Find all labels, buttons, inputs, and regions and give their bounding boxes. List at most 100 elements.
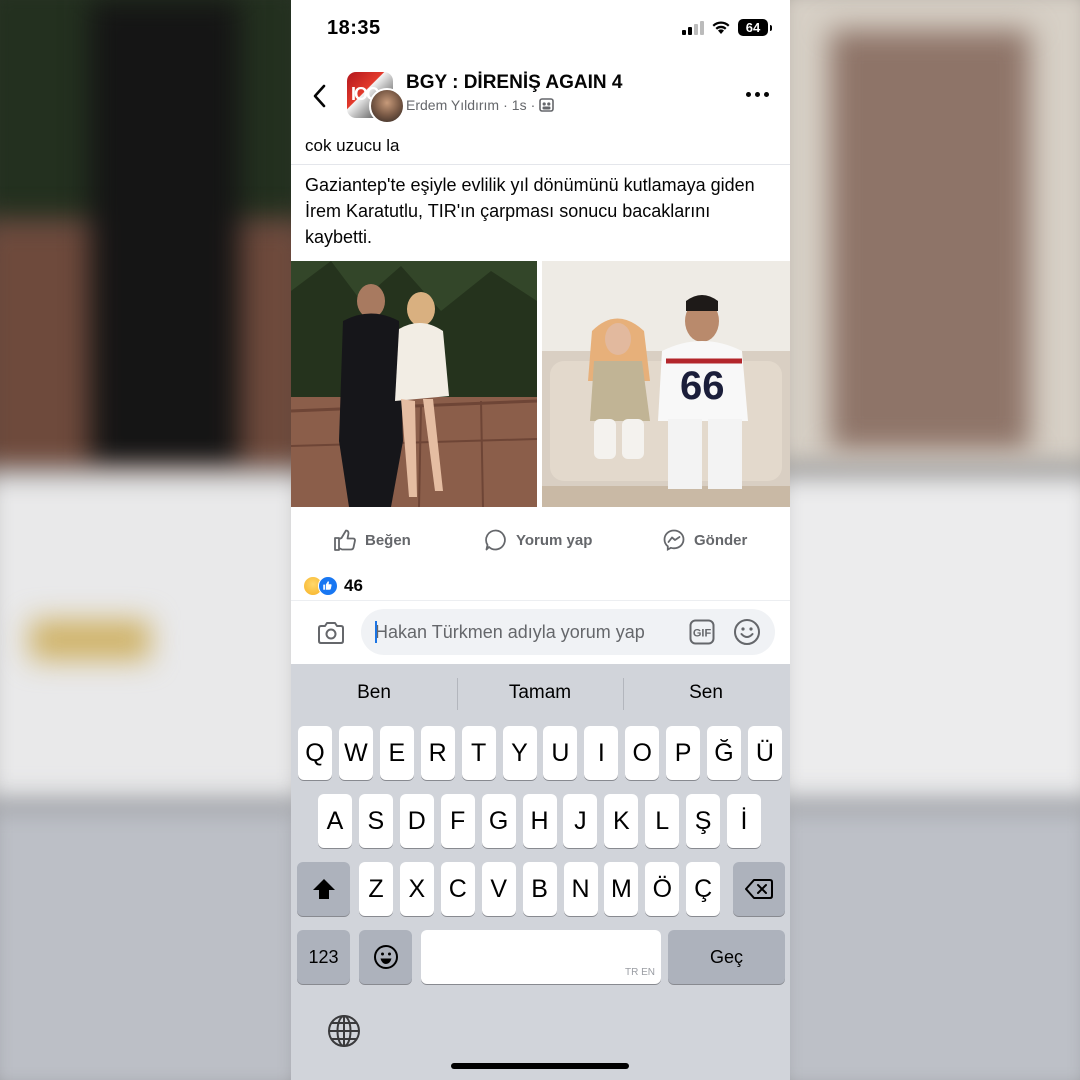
letter-key[interactable]: E: [379, 726, 414, 780]
comment-input[interactable]: Hakan Türkmen adıyla yorum yap GIF: [361, 609, 775, 655]
backspace-key[interactable]: [733, 862, 785, 916]
post-time[interactable]: 1s: [512, 97, 527, 113]
post-meta: Erdem Yıldırım · 1s ·: [406, 97, 555, 113]
letter-key[interactable]: M: [604, 862, 639, 916]
keyboard: Ben Tamam Sen QWERTYUIOPĞÜ ASDFGHJKLŞİ ZXC…: [291, 664, 790, 1080]
photo-couple-night[interactable]: [291, 261, 537, 507]
like-button[interactable]: Beğen: [333, 528, 411, 552]
letter-key[interactable]: N: [563, 862, 598, 916]
signal-icon: [682, 20, 704, 35]
letter-key[interactable]: W: [338, 726, 373, 780]
letter-key[interactable]: Z: [359, 862, 393, 916]
emoji-keyboard-icon: [373, 945, 398, 969]
letter-key[interactable]: B: [522, 862, 557, 916]
like-label: Beğen: [365, 531, 411, 549]
letter-key[interactable]: F: [440, 794, 475, 848]
letter-key[interactable]: T: [461, 726, 496, 780]
suggestion-item[interactable]: Sen: [623, 682, 789, 704]
backdrop-left: [0, 0, 291, 1080]
reaction-summary[interactable]: 46: [303, 576, 363, 596]
shift-arrow-icon: [312, 879, 335, 899]
post-caption: cok uzucu la: [305, 136, 400, 155]
letter-key[interactable]: H: [522, 794, 557, 848]
photo-couple-couch[interactable]: 66: [542, 261, 790, 507]
comment-button[interactable]: Yorum yap: [484, 528, 592, 552]
messenger-icon: [663, 529, 685, 552]
letter-key[interactable]: A: [318, 794, 352, 848]
thumbs-up-icon: [334, 529, 356, 551]
comment-bubble-icon: [485, 529, 506, 551]
group-name[interactable]: BGY : DİRENİŞ AGAIN 4: [406, 72, 622, 94]
post-header: IOC BGY : DİRENİŞ AGAIN 4 Erdem Yıldırım…: [291, 66, 790, 126]
suggestion-item[interactable]: Ben: [291, 682, 457, 704]
status-icons: 64: [682, 19, 772, 36]
meta-separator: ·: [530, 97, 536, 113]
svg-text:66: 66: [680, 364, 725, 408]
post-photos: 66: [291, 261, 790, 507]
divider: [291, 164, 790, 165]
status-time: 18:35: [327, 17, 381, 39]
letter-key[interactable]: Ü: [747, 726, 782, 780]
letter-key[interactable]: I: [584, 726, 619, 780]
return-key[interactable]: Geç: [668, 930, 785, 984]
letter-key[interactable]: Ğ: [707, 726, 741, 780]
backspace-icon: [745, 879, 773, 899]
shared-post-text: Gaziantep'te eşiyle evlilik yıl dönümünü…: [305, 175, 755, 247]
backdrop-right: [790, 0, 1080, 1080]
letter-key[interactable]: C: [440, 862, 475, 916]
numbers-key[interactable]: 123: [297, 930, 350, 984]
letter-key[interactable]: Q: [298, 726, 332, 780]
letter-key[interactable]: J: [563, 794, 598, 848]
letter-key[interactable]: P: [666, 726, 701, 780]
send-button[interactable]: Gönder: [662, 528, 747, 552]
letter-key[interactable]: G: [481, 794, 516, 848]
post-actions: Beğen Yorum yap Gönder: [291, 520, 790, 564]
wifi-icon: [712, 21, 730, 34]
author-avatar[interactable]: [369, 88, 405, 124]
comment-placeholder: Hakan Türkmen adıyla yorum yap: [375, 622, 645, 642]
like-reaction-icon: [318, 576, 338, 596]
status-bar: 18:35 64: [291, 0, 790, 58]
more-options-icon[interactable]: [746, 84, 774, 104]
letter-key[interactable]: X: [399, 862, 434, 916]
author-name[interactable]: Erdem Yıldırım: [406, 97, 499, 113]
letter-key[interactable]: Ş: [686, 794, 721, 848]
letter-key[interactable]: V: [481, 862, 516, 916]
group-avatar[interactable]: IOC: [347, 72, 405, 124]
gif-label: GIF: [693, 628, 712, 640]
letter-key[interactable]: O: [625, 726, 660, 780]
shift-key[interactable]: [297, 862, 350, 916]
battery-indicator: 64: [738, 19, 772, 36]
send-label: Gönder: [694, 531, 748, 549]
comment-label: Yorum yap: [516, 531, 593, 549]
gif-icon[interactable]: GIF: [689, 619, 715, 645]
photo-couple-couch-art: 66: [542, 261, 790, 507]
suggestion-item[interactable]: Tamam: [457, 682, 623, 704]
keyboard-language-hint: TR EN: [625, 967, 655, 978]
emoji-icon[interactable]: [733, 618, 761, 646]
home-indicator: [451, 1063, 629, 1069]
globe-icon[interactable]: [327, 1014, 361, 1048]
meta-separator: ·: [503, 97, 508, 113]
letter-key[interactable]: S: [358, 794, 393, 848]
photo-couple-night-art: [291, 261, 537, 507]
back-arrow-icon[interactable]: [307, 80, 333, 112]
letter-key[interactable]: Ç: [686, 862, 721, 916]
letter-key[interactable]: D: [399, 794, 434, 848]
group-privacy-icon: [539, 98, 555, 112]
camera-icon[interactable]: [317, 621, 345, 645]
keyboard-suggestions: Ben Tamam Sen: [291, 664, 790, 722]
letter-key[interactable]: Ö: [645, 862, 680, 916]
text-cursor: [375, 621, 377, 643]
emoji-keyboard-key[interactable]: [359, 930, 412, 984]
letter-key[interactable]: Y: [502, 726, 537, 780]
space-key[interactable]: TR EN: [421, 930, 661, 984]
letter-key[interactable]: R: [420, 726, 455, 780]
letter-key[interactable]: K: [604, 794, 639, 848]
phone-screen: 18:35 64 IOC BGY : DİRENİŞ AGAIN 4 Erdem…: [291, 0, 790, 1080]
letter-key[interactable]: İ: [727, 794, 761, 848]
comment-composer: Hakan Türkmen adıyla yorum yap GIF: [291, 600, 790, 665]
letter-key[interactable]: L: [645, 794, 680, 848]
reaction-count: 46: [344, 576, 363, 595]
letter-key[interactable]: U: [543, 726, 578, 780]
